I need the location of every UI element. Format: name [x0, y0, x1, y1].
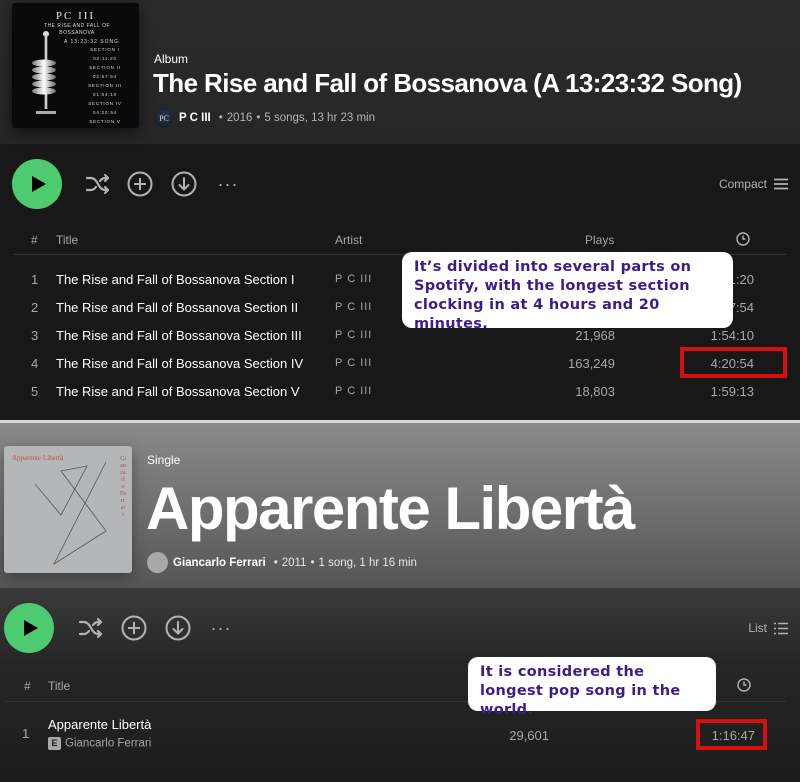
shuffle-button[interactable]	[77, 614, 105, 642]
album-header: PC III THE RISE AND FALL OF BOSSANOVA A …	[0, 0, 800, 144]
clock-icon	[737, 678, 751, 692]
shuffle-icon	[85, 173, 110, 195]
track-duration: 1:59:13	[710, 384, 754, 399]
album-summary: 5 songs, 13 hr 23 min	[264, 112, 375, 124]
single-action-bar: ··· List	[0, 598, 800, 658]
annotation-callout: It’s divided into several parts on Spoti…	[402, 252, 733, 332]
artist-avatar[interactable]	[147, 552, 168, 573]
track-plays: 18,803	[575, 384, 615, 399]
track-plays: 29,601	[509, 728, 549, 743]
view-toggle-compact[interactable]: Compact	[719, 177, 788, 191]
track-row[interactable]: 1 Apparente Libertà E Giancarlo Ferrari 2…	[0, 715, 800, 755]
cover-sections: SECTION I 02:11:20 SECTION II 02:57:54 SEC…	[88, 47, 122, 124]
track-title[interactable]: The Rise and Fall of Bossanova Section I…	[56, 356, 303, 371]
track-row[interactable]: 5 The Rise and Fall of Bossanova Section…	[0, 378, 800, 406]
track-title[interactable]: The Rise and Fall of Bossanova Section I…	[56, 328, 302, 343]
cover-side-text: Giancarlo Ferrari	[120, 456, 126, 518]
track-plays: 163,249	[568, 356, 615, 371]
track-subtitle: E Giancarlo Ferrari	[48, 737, 151, 750]
compact-list-icon	[774, 178, 788, 190]
single-title: Apparente Libertà	[146, 475, 635, 542]
single-header: Apparente Libertà Giancarlo Ferrari Sing…	[0, 423, 800, 588]
cover-song-line: A 13:23:32 SONG	[64, 39, 120, 45]
annotation-callout: It is considered the longest pop song in…	[468, 657, 716, 718]
single-panel: Apparente Libertà Giancarlo Ferrari Sing…	[0, 423, 800, 782]
album-cover: PC III THE RISE AND FALL OF BOSSANOVA A …	[12, 3, 139, 128]
artist-avatar[interactable]: PC	[154, 108, 174, 128]
play-icon	[31, 176, 46, 192]
view-toggle-label: List	[748, 621, 767, 635]
artist-link[interactable]: Giancarlo Ferrari	[173, 557, 266, 569]
single-summary: 1 song, 1 hr 16 min	[318, 556, 417, 569]
clock-icon	[736, 232, 750, 246]
add-to-library-button[interactable]	[126, 170, 154, 198]
artist-link[interactable]: P C III	[179, 112, 211, 124]
list-icon	[774, 622, 788, 634]
track-artist[interactable]: P C III	[335, 301, 372, 313]
cover-title: PC III	[55, 10, 96, 22]
col-duration[interactable]	[736, 232, 750, 249]
track-duration: 1:54:10	[710, 328, 754, 343]
album-table-header: # Title Artist Plays	[0, 231, 800, 251]
track-title[interactable]: The Rise and Fall of Bossanova Section I…	[56, 300, 298, 315]
album-action-bar: ··· Compact	[0, 154, 800, 214]
plus-circle-icon	[121, 615, 147, 641]
add-to-library-button[interactable]	[120, 614, 148, 642]
track-artist[interactable]: P C III	[335, 357, 372, 369]
play-button[interactable]	[12, 159, 62, 209]
view-toggle-label: Compact	[718, 177, 767, 191]
duration-highlight-box	[696, 719, 767, 750]
col-title[interactable]: Title	[48, 679, 70, 693]
track-artist[interactable]: P C III	[335, 329, 372, 341]
track-title[interactable]: Apparente Libertà	[48, 717, 151, 732]
single-year: 2011	[281, 556, 307, 569]
album-meta: PC P C III • 2016 • 5 songs, 13 hr 23 mi…	[154, 108, 375, 128]
col-plays[interactable]: Plays	[585, 233, 614, 247]
track-title[interactable]: The Rise and Fall of Bossanova Section V	[56, 384, 300, 399]
track-artist[interactable]: Giancarlo Ferrari	[65, 738, 151, 750]
album-title: The Rise and Fall of Bossanova (A 13:23:…	[153, 68, 742, 98]
view-toggle-list[interactable]: List	[748, 621, 788, 635]
album-panel: PC III THE RISE AND FALL OF BOSSANOVA A …	[0, 0, 800, 420]
album-year: 2016	[226, 112, 253, 124]
track-title[interactable]: The Rise and Fall of Bossanova Section I	[56, 272, 294, 287]
download-button[interactable]	[170, 170, 198, 198]
track-artist[interactable]: P C III	[335, 385, 372, 397]
col-num: #	[31, 233, 38, 247]
single-type-label: Single	[147, 453, 181, 467]
download-icon	[171, 171, 197, 197]
shuffle-icon	[78, 617, 103, 639]
explicit-badge: E	[48, 737, 61, 750]
duration-highlight-box	[680, 347, 787, 378]
cover-line-art	[34, 461, 107, 566]
plus-circle-icon	[127, 171, 153, 197]
col-title[interactable]: Title	[56, 233, 78, 247]
single-cover: Apparente Libertà Giancarlo Ferrari	[4, 446, 132, 573]
more-options-button[interactable]: ···	[207, 614, 235, 642]
track-artist[interactable]: P C III	[335, 273, 372, 285]
track-plays: 21,968	[575, 328, 615, 343]
play-button[interactable]	[4, 603, 54, 653]
download-icon	[165, 615, 191, 641]
col-num: #	[24, 679, 31, 693]
album-type-label: Album	[154, 52, 189, 66]
col-duration[interactable]	[737, 678, 751, 695]
download-button[interactable]	[164, 614, 192, 642]
single-meta: Giancarlo Ferrari • 2011 • 1 song, 1 hr …	[147, 552, 417, 573]
microphone-icon	[32, 31, 56, 114]
shuffle-button[interactable]	[84, 170, 112, 198]
col-artist[interactable]: Artist	[335, 233, 362, 247]
more-options-button[interactable]: ···	[214, 170, 242, 198]
play-icon	[23, 620, 38, 636]
